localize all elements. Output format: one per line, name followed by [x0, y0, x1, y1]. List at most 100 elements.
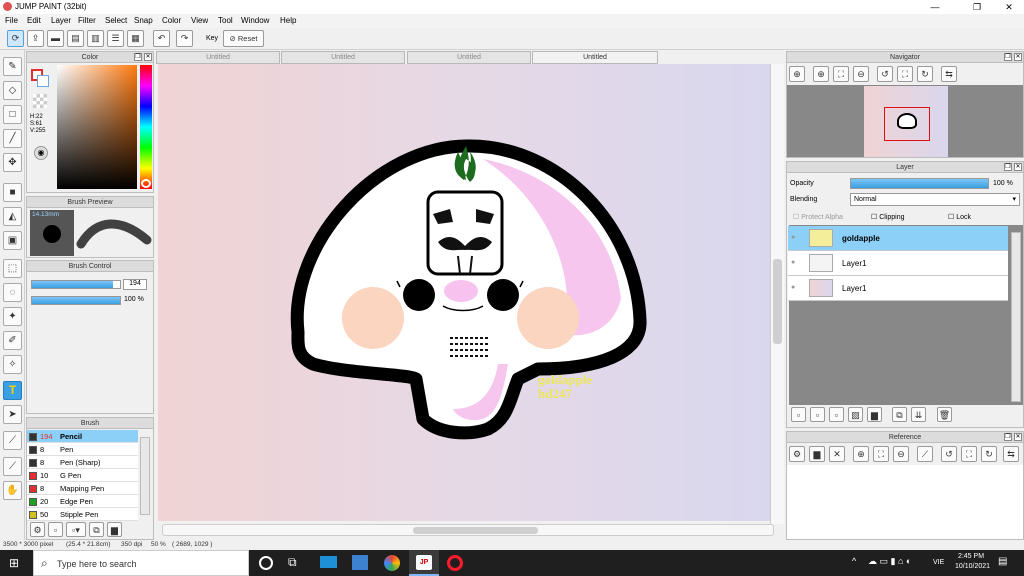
language-indicator[interactable]: VIE	[933, 559, 944, 566]
magic-wand-tool-icon[interactable]: ✦	[3, 307, 22, 326]
ref-reset-icon[interactable]: ⛶	[961, 446, 977, 462]
layer-opacity-slider[interactable]	[850, 178, 989, 189]
brush-size-slider[interactable]	[31, 280, 121, 289]
opera-icon[interactable]	[447, 555, 463, 571]
brush-item-mapping-pen[interactable]: 8 Mapping Pen	[27, 482, 138, 495]
pen-tool-icon[interactable]: ╱	[3, 129, 22, 148]
brush-size-value[interactable]: 194	[123, 279, 147, 290]
tab-untitled-4[interactable]: Untitled	[532, 51, 658, 64]
system-tray-icons[interactable]: ☁ ▭ ▮ ⌂ ◐	[868, 556, 911, 567]
panel-float-icon[interactable]: ❐	[134, 53, 142, 61]
artboard[interactable]: goldapple hd247	[158, 64, 770, 521]
layer-list-scrollbar[interactable]	[1011, 232, 1021, 402]
notification-icon[interactable]: ▤	[998, 556, 1007, 567]
menu-filter[interactable]: Filter	[78, 16, 96, 25]
layer-float-icon[interactable]: ❐	[1004, 163, 1012, 171]
vertical-scrollbar-thumb[interactable]	[773, 259, 782, 344]
new-folder-icon[interactable]: ▆	[867, 407, 882, 422]
chrome-icon[interactable]	[384, 555, 400, 571]
horizontal-scrollbar[interactable]	[162, 524, 774, 536]
menu-edit[interactable]: Edit	[27, 16, 41, 25]
eraser-tool-icon[interactable]: ◇	[3, 81, 22, 100]
brush-tool-icon[interactable]: ✎	[3, 57, 22, 76]
visibility-icon[interactable]: ●	[791, 259, 795, 266]
chevron-up-icon[interactable]: ^	[852, 556, 856, 566]
undo-icon[interactable]: ↶	[153, 30, 170, 47]
palette-icon[interactable]: ◉	[34, 146, 48, 160]
ref-rotate-left-icon[interactable]: ↺	[941, 446, 957, 462]
share-icon[interactable]: ⇪	[27, 30, 44, 47]
hue-slider-handle[interactable]	[141, 179, 151, 188]
ref-fit-icon[interactable]: ⛶	[873, 446, 889, 462]
gradient-tool-icon[interactable]: ▣	[3, 231, 22, 250]
vertical-scrollbar[interactable]	[770, 64, 784, 524]
marquee-tool-icon[interactable]: ⬚	[3, 259, 22, 278]
ref-zoom-out-icon[interactable]: ⊖	[893, 446, 909, 462]
zoom-out-icon[interactable]: ⊖	[853, 66, 869, 82]
select-eraser-tool-icon[interactable]: ✧	[3, 355, 22, 374]
hue-slider[interactable]	[140, 65, 152, 189]
eyedropper-tool-icon[interactable]: ⟋	[3, 431, 22, 450]
transparent-color-icon[interactable]	[33, 94, 47, 108]
tab-untitled-2[interactable]: Untitled	[281, 51, 405, 64]
close-icon[interactable]: ✕	[994, 0, 1024, 14]
lock-option[interactable]: ☐ Lock	[948, 213, 971, 221]
menu-snap[interactable]: Snap	[134, 16, 153, 25]
cortana-icon[interactable]	[259, 556, 273, 570]
document-icon[interactable]: ▥	[87, 30, 104, 47]
list-icon[interactable]: ☰	[107, 30, 124, 47]
reset-view-icon[interactable]: ⛶	[897, 66, 913, 82]
brush-item-g-pen[interactable]: 10 G Pen	[27, 469, 138, 482]
flip-icon[interactable]: ⇆	[941, 66, 957, 82]
zoom-icon[interactable]: ⊕	[789, 66, 805, 82]
layer-row-2[interactable]: ● Layer1	[788, 251, 1008, 276]
reference-float-icon[interactable]: ❐	[1004, 433, 1012, 441]
dropper-tool-icon[interactable]: ⟋	[3, 457, 22, 476]
secondary-color-swatch[interactable]	[37, 75, 49, 87]
ref-eyedropper-icon[interactable]: ⟋	[917, 446, 933, 462]
reference-viewport[interactable]	[787, 465, 1023, 539]
windows-start-icon[interactable]: ⊞	[9, 557, 22, 570]
brush-item-pen-sharp[interactable]: 8 Pen (Sharp)	[27, 456, 138, 469]
protect-alpha-option[interactable]: ☐ Protect Alpha	[793, 213, 843, 221]
tab-untitled-3[interactable]: Untitled	[407, 51, 531, 64]
reset-button[interactable]: ⊘ Reset	[223, 30, 264, 47]
layer-row-1[interactable]: ● goldapple	[788, 226, 1008, 251]
panel-close-icon[interactable]: ✕	[144, 53, 152, 61]
merge-layer-icon[interactable]: ⇊	[911, 407, 926, 422]
brush-item-edge-pen[interactable]: 20 Edge Pen	[27, 495, 138, 508]
menu-help[interactable]: Help	[280, 16, 296, 25]
text-tool-icon[interactable]: T	[3, 381, 22, 400]
layer-close-icon[interactable]: ✕	[1014, 163, 1022, 171]
new-layer-1bit-icon[interactable]: ▫	[829, 407, 844, 422]
halftone-layer-icon[interactable]: ▧	[848, 407, 863, 422]
rect-select-tool-icon[interactable]: □	[3, 105, 22, 124]
hand-tool-icon[interactable]: ✋	[3, 481, 22, 500]
saturation-value-picker[interactable]	[57, 65, 137, 189]
blending-select[interactable]: Normal ▾	[850, 193, 1020, 206]
menu-window[interactable]: Window	[241, 16, 269, 25]
brush-settings-icon[interactable]: ⚙	[30, 522, 45, 537]
menu-file[interactable]: File	[5, 16, 18, 25]
zoom-in-icon[interactable]: ⊕	[813, 66, 829, 82]
minimize-icon[interactable]: —	[920, 0, 950, 14]
visibility-icon[interactable]: ●	[791, 234, 795, 241]
page-icon[interactable]: ▤	[67, 30, 84, 47]
brush-item-stipple-pen[interactable]: 50 Stipple Pen	[27, 508, 138, 521]
menu-tool[interactable]: Tool	[218, 16, 233, 25]
ref-flip-icon[interactable]: ⇆	[1003, 446, 1019, 462]
remove-reference-icon[interactable]: ✕	[829, 446, 845, 462]
navigator-close-icon[interactable]: ✕	[1014, 53, 1022, 61]
restore-icon[interactable]: ❐	[962, 0, 992, 14]
reference-close-icon[interactable]: ✕	[1014, 433, 1022, 441]
fit-icon[interactable]: ⛶	[833, 66, 849, 82]
taskbar-search[interactable]: ⌕ Type here to search	[33, 550, 249, 576]
trash-icon[interactable]: 🗑	[937, 407, 952, 422]
redo-icon[interactable]: ↷	[176, 30, 193, 47]
new-layer-8bit-icon[interactable]: ▫	[810, 407, 825, 422]
clock[interactable]: 2:45 PM 10/10/2021	[955, 553, 990, 570]
brush-item-pen[interactable]: 8 Pen	[27, 443, 138, 456]
fill-rect-tool-icon[interactable]: ■	[3, 183, 22, 202]
sync-icon[interactable]: ⟳	[7, 30, 24, 47]
jumppaint-task[interactable]: JP	[409, 550, 439, 576]
